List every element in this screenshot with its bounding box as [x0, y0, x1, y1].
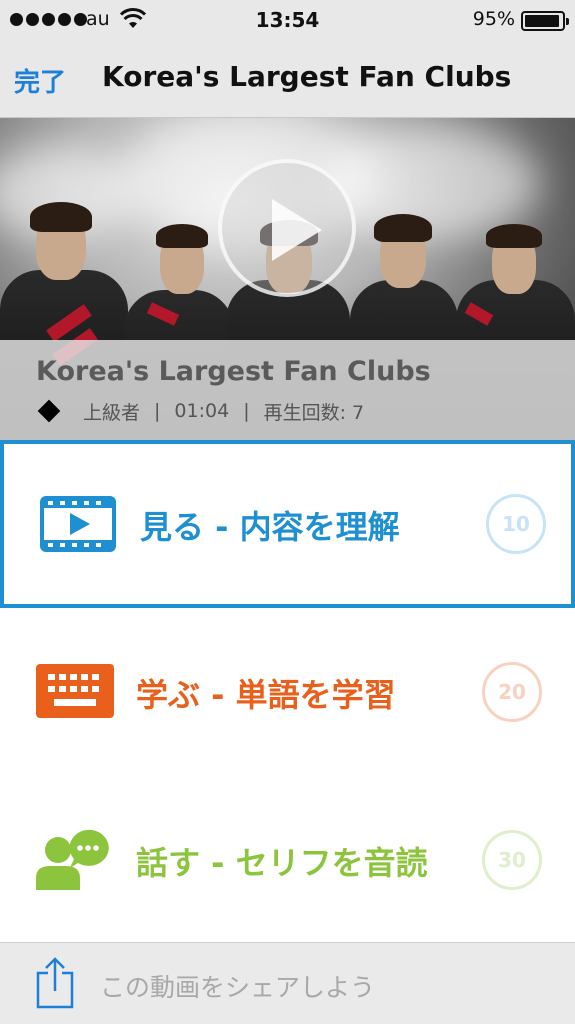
speech-person-icon	[36, 829, 109, 890]
meta-separator: |	[243, 400, 250, 422]
keyboard-icon	[36, 664, 114, 718]
play-count-label: 再生回数: 7	[263, 401, 365, 424]
nav-title: Korea's Largest Fan Clubs	[102, 60, 512, 93]
battery-percent: 95%	[472, 8, 515, 30]
video-title: Korea's Largest Fan Clubs	[36, 356, 431, 387]
navigation-bar: 完了 Korea's Largest Fan Clubs	[0, 40, 575, 118]
menu-learn-label: 学ぶ - 単語を学習	[136, 676, 396, 714]
menu-watch-count: 10	[486, 494, 546, 554]
menu-watch-label: 見る - 内容を理解	[140, 508, 400, 546]
share-bar[interactable]: この動画をシェアしよう	[0, 942, 575, 1024]
share-label[interactable]: この動画をシェアしよう	[100, 968, 375, 1004]
duration-label: 01:04	[174, 400, 230, 422]
level-label: 上級者	[83, 401, 141, 424]
share-icon[interactable]	[34, 957, 76, 1009]
battery-level	[525, 15, 560, 27]
video-meta: 上級者 | 01:04 | 再生回数: 7	[36, 398, 364, 424]
video-info-overlay	[0, 340, 575, 440]
menu-watch[interactable]: 見る - 内容を理解 10	[0, 440, 575, 608]
status-bar: au 13:54 95%	[0, 0, 575, 40]
menu-learn-count: 20	[482, 662, 542, 722]
menu-speak-count: 30	[482, 830, 542, 890]
play-icon	[272, 199, 322, 261]
battery-icon	[521, 11, 569, 31]
video-icon	[40, 496, 116, 552]
meta-separator: |	[154, 400, 161, 422]
level-diamond-icon	[37, 399, 61, 423]
video-thumbnail[interactable]: Korea's Largest Fan Clubs 上級者 | 01:04 | …	[0, 118, 575, 440]
play-button[interactable]	[218, 159, 356, 297]
menu-speak-label: 話す - セリフを音読	[136, 844, 428, 882]
menu-learn[interactable]: 学ぶ - 単語を学習 20	[0, 608, 575, 776]
menu-speak[interactable]: 話す - セリフを音読 30	[0, 776, 575, 944]
done-button[interactable]: 完了	[14, 62, 66, 99]
